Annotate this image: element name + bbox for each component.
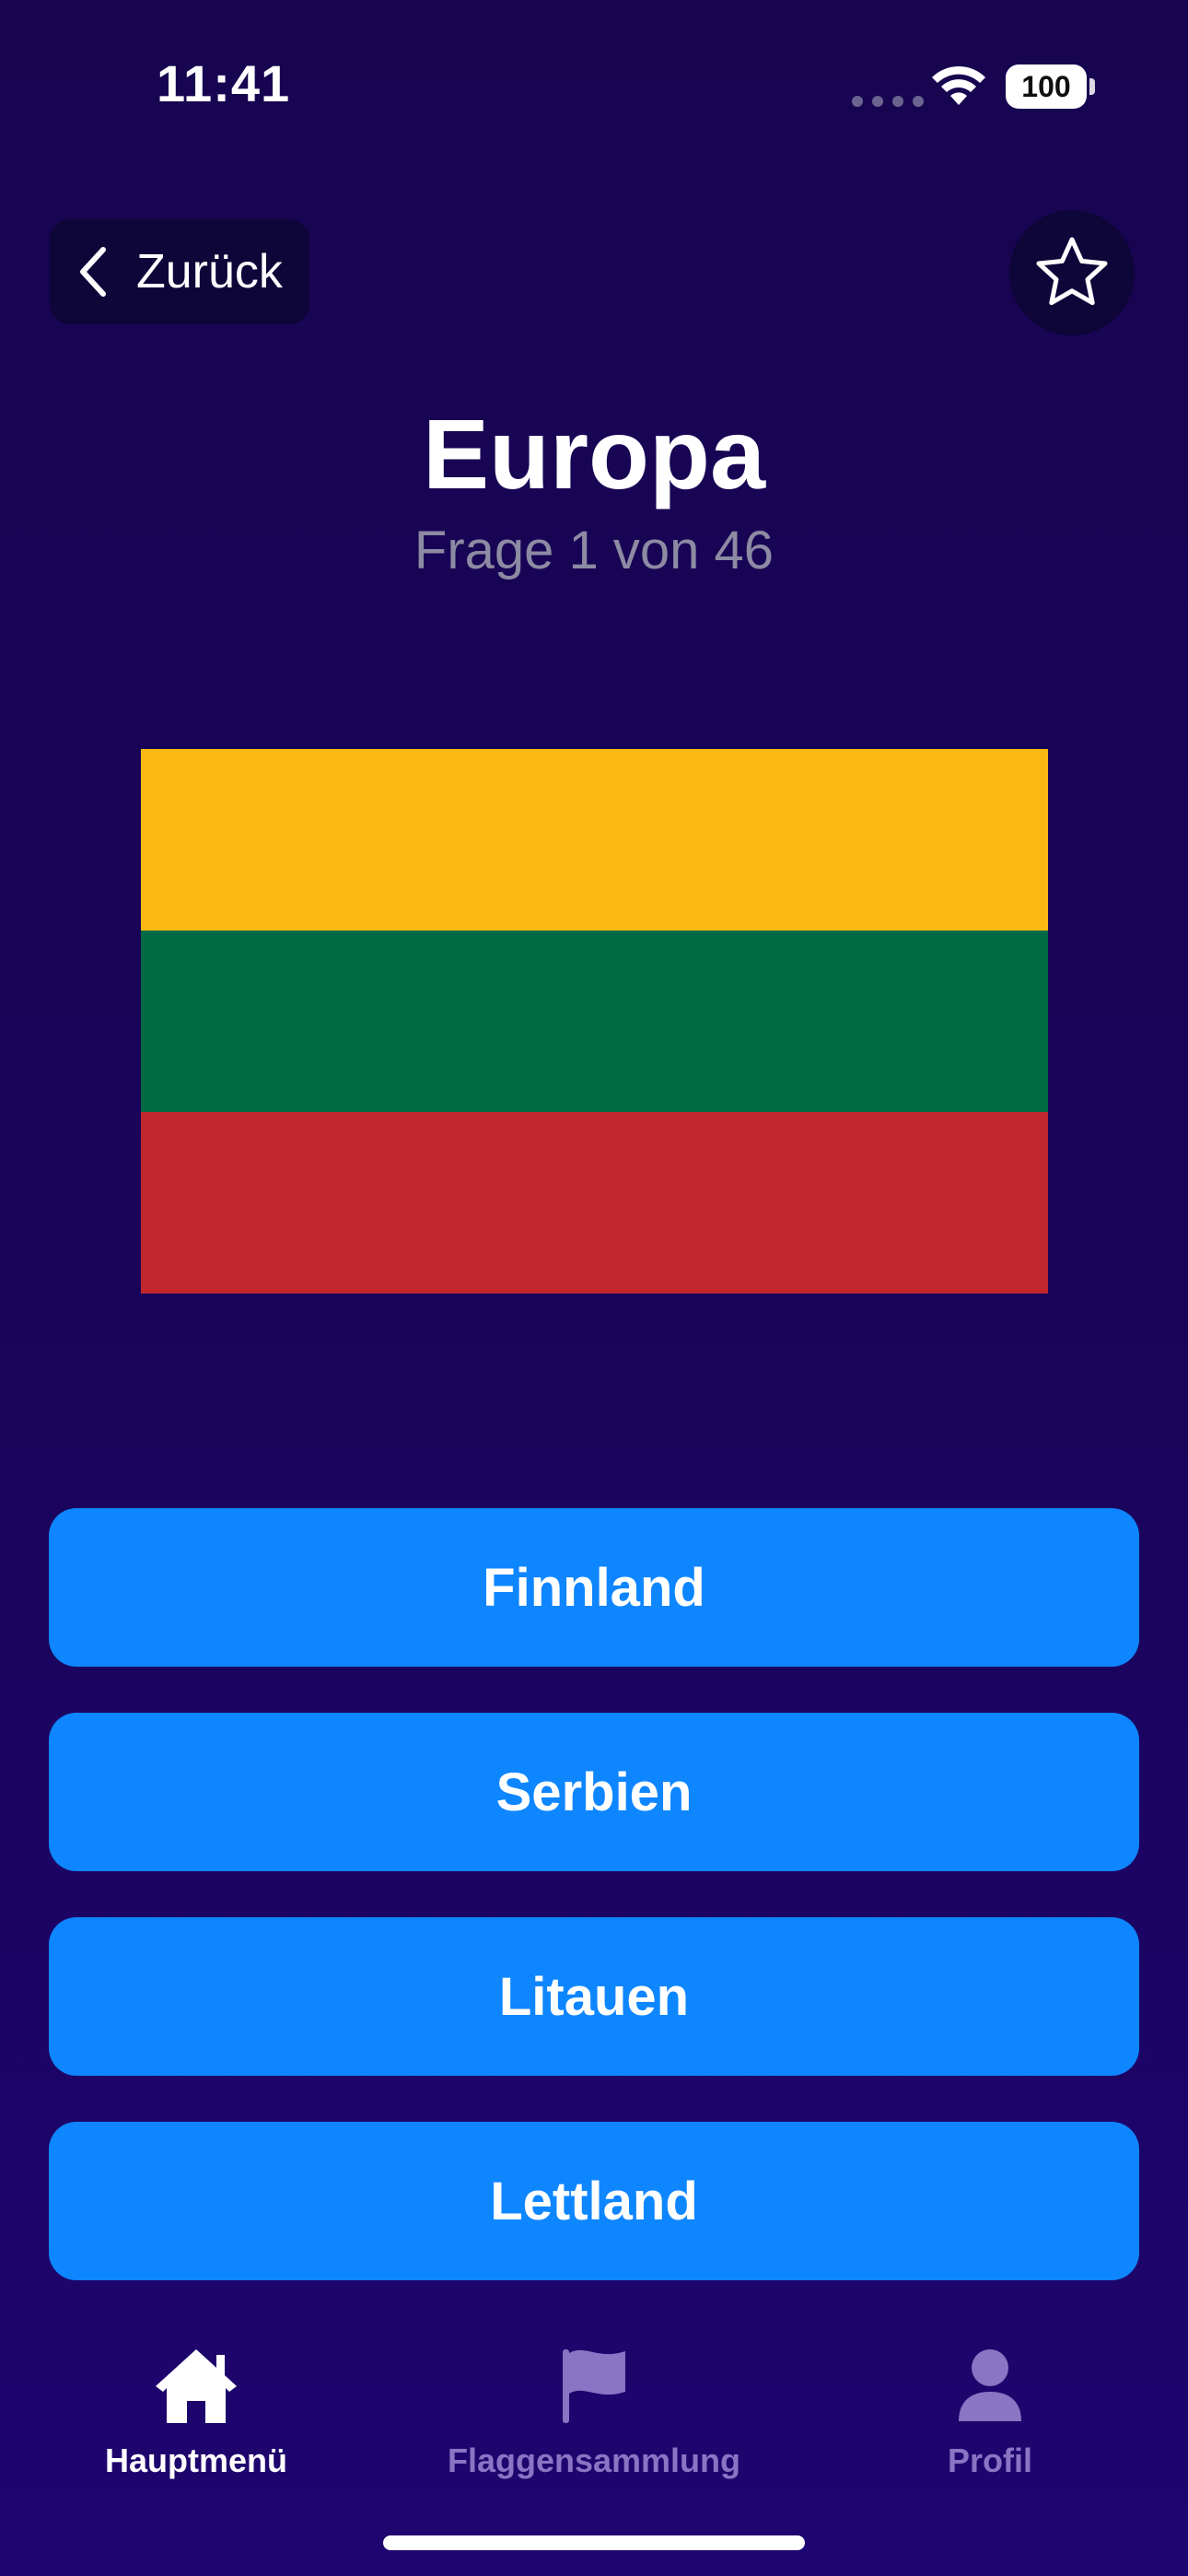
back-button[interactable]: Zurück (50, 219, 309, 324)
quiz-screen: 11:41 100 Zurück Europa Frage 1 von 46 F… (0, 0, 1188, 2576)
chevron-left-icon (80, 247, 106, 297)
favorite-button[interactable] (1009, 210, 1135, 335)
battery-level: 100 (1021, 69, 1071, 103)
answer-button-serbien[interactable]: Serbien (49, 1713, 1139, 1871)
status-time: 11:41 (157, 54, 291, 112)
flag-stripe-top (141, 749, 1048, 931)
house-icon (156, 2349, 237, 2423)
answer-button-lettland[interactable]: Lettland (49, 2122, 1139, 2280)
tab-profil[interactable]: Profil (824, 2344, 1156, 2480)
tab-bar: Hauptmenü Flaggensammlung Profil (0, 2322, 1188, 2506)
answer-button-finnland[interactable]: Finnland (49, 1508, 1139, 1667)
battery-tip (1089, 78, 1095, 95)
home-indicator[interactable] (383, 2535, 805, 2550)
back-label: Zurück (136, 245, 283, 299)
tab-label-profil: Profil (947, 2441, 1032, 2479)
answer-list: Finnland Serbien Litauen Lettland (49, 1508, 1139, 2280)
tab-flaggensammlung[interactable]: Flaggensammlung (428, 2344, 760, 2480)
page-title: Europa (422, 398, 766, 509)
answer-button-litauen[interactable]: Litauen (49, 1917, 1139, 2076)
person-icon (959, 2349, 1021, 2421)
status-bar: 11:41 100 (0, 0, 1188, 175)
question-progress: Frage 1 von 46 (413, 521, 775, 580)
wifi-icon (932, 65, 985, 105)
tab-label-hauptmenu: Hauptmenü (105, 2441, 287, 2479)
tab-hauptmenu[interactable]: Hauptmenü (30, 2344, 362, 2480)
flag-stripe-bottom (141, 1112, 1048, 1294)
signal-icon (852, 96, 924, 107)
flag-stripe-middle (141, 931, 1048, 1112)
battery-icon: 100 (1006, 64, 1087, 109)
flag-icon (563, 2349, 625, 2423)
star-outline-icon (1036, 237, 1108, 306)
flag-image (141, 749, 1048, 1294)
tab-label-flaggensammlung: Flaggensammlung (447, 2441, 741, 2479)
